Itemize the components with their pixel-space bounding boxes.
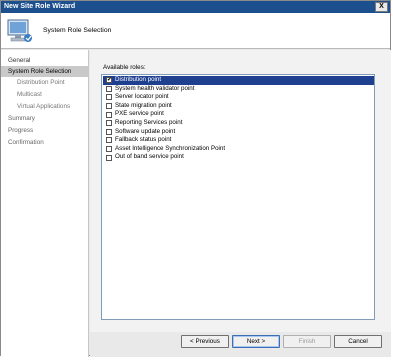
nav-item-general[interactable]: General bbox=[1, 55, 89, 66]
role-checkbox[interactable] bbox=[106, 111, 112, 118]
role-item-distribution-point[interactable]: ✔ Distribution point bbox=[103, 76, 374, 85]
role-checkbox[interactable] bbox=[106, 145, 112, 152]
role-label: Asset Intelligence Synchronization Point bbox=[115, 144, 226, 152]
role-item-asset-intelligence-sync[interactable]: Asset Intelligence Synchronization Point bbox=[103, 145, 374, 154]
roles-label: Available roles: bbox=[103, 64, 146, 71]
role-item-pxe-service[interactable]: PXE service point bbox=[103, 110, 374, 119]
role-item-reporting-services[interactable]: Reporting Services point bbox=[103, 119, 374, 128]
nav-item-distribution-point[interactable]: Distribution Point bbox=[1, 77, 89, 88]
roles-list[interactable]: ✔ Distribution point System health valid… bbox=[101, 74, 375, 320]
nav-item-virtual-applications[interactable]: Virtual Applications bbox=[1, 101, 89, 112]
title-bar[interactable]: New Site Role Wizard X bbox=[1, 1, 390, 13]
role-checkbox[interactable] bbox=[106, 85, 112, 92]
computer-wizard-icon bbox=[7, 19, 32, 42]
role-checkbox[interactable] bbox=[106, 102, 112, 109]
page-title: System Role Selection bbox=[43, 27, 112, 34]
role-label: State migration point bbox=[115, 101, 172, 109]
nav-item-summary[interactable]: Summary bbox=[1, 113, 89, 124]
previous-button[interactable]: < Previous bbox=[181, 335, 229, 348]
role-item-fallback-status[interactable]: Fallback status point bbox=[103, 136, 374, 145]
close-button[interactable]: X bbox=[375, 2, 388, 12]
role-label: Distribution point bbox=[115, 76, 162, 83]
wizard-header: System Role Selection bbox=[1, 13, 390, 49]
nav-item-progress[interactable]: Progress bbox=[1, 125, 89, 136]
cancel-button[interactable]: Cancel bbox=[334, 335, 382, 348]
role-label: Out of band service point bbox=[115, 153, 184, 161]
role-checkbox[interactable] bbox=[106, 137, 112, 144]
window-title: New Site Role Wizard bbox=[4, 3, 76, 10]
nav-item-system-role-selection[interactable]: System Role Selection bbox=[1, 66, 89, 77]
role-checkbox[interactable] bbox=[106, 94, 112, 101]
role-label: Reporting Services point bbox=[115, 119, 183, 126]
role-item-state-migration[interactable]: State migration point bbox=[103, 102, 374, 111]
nav-item-multicast[interactable]: Multicast bbox=[1, 89, 89, 100]
role-label: Server locator point bbox=[115, 93, 169, 101]
nav-item-confirmation[interactable]: Confirmation bbox=[1, 137, 89, 148]
role-item-out-of-band-service[interactable]: Out of band service point bbox=[103, 153, 374, 162]
role-checkbox[interactable] bbox=[106, 120, 112, 127]
next-button[interactable]: Next > bbox=[232, 335, 280, 348]
role-label: PXE service point bbox=[115, 110, 164, 118]
role-item-server-locator[interactable]: Server locator point bbox=[103, 93, 374, 102]
role-label: Software update point bbox=[115, 127, 176, 135]
wizard-nav: General System Role Selection Distributi… bbox=[1, 50, 89, 357]
role-checkbox[interactable] bbox=[106, 154, 112, 161]
role-label: System health validator point bbox=[115, 84, 195, 92]
finish-button[interactable]: Finish bbox=[283, 335, 331, 348]
role-checkbox[interactable]: ✔ bbox=[106, 77, 112, 84]
role-checkbox[interactable] bbox=[106, 128, 112, 135]
role-item-system-health-validator[interactable]: System health validator point bbox=[103, 85, 374, 94]
role-label: Fallback status point bbox=[115, 136, 172, 144]
role-item-software-update[interactable]: Software update point bbox=[103, 128, 374, 137]
